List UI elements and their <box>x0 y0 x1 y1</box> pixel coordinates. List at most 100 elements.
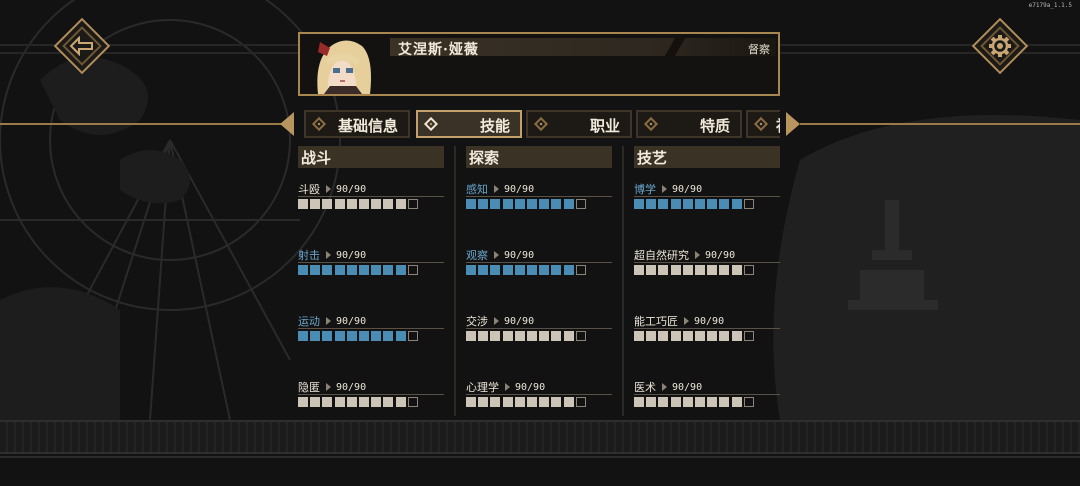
skill-pip-filled <box>395 199 406 209</box>
skill-value: 90/90 <box>694 315 725 327</box>
bottom-bar <box>0 420 1080 454</box>
skill-pip-filled <box>670 199 681 209</box>
skill-pip-filled <box>682 331 693 341</box>
skill-pip-empty <box>407 397 418 407</box>
skill-pip-filled <box>490 199 501 209</box>
skill-pip-empty <box>407 331 418 341</box>
triangle-right-icon <box>662 185 667 193</box>
skill-row[interactable]: 超自然研究 90/90 <box>634 248 780 288</box>
skill-pip-filled <box>539 331 550 341</box>
skill-pip-empty <box>575 397 586 407</box>
skill-pip-empty <box>743 265 754 275</box>
triangle-right-icon <box>326 251 331 259</box>
skill-label-row: 射击 90/90 <box>298 248 366 262</box>
skill-pip-empty <box>407 265 418 275</box>
skill-value: 90/90 <box>504 315 535 327</box>
skill-pip-filled <box>527 265 537 275</box>
skill-value: 90/90 <box>515 381 546 393</box>
skill-label-row: 交涉 90/90 <box>466 314 534 328</box>
skill-pip-filled <box>707 397 718 407</box>
arrow-right-icon[interactable] <box>786 112 800 136</box>
skill-pip-filled <box>334 331 345 341</box>
skill-pip-filled <box>551 331 562 341</box>
skill-pip-filled <box>514 199 525 209</box>
skill-pip-filled <box>383 331 394 341</box>
tab-label: 社 <box>776 115 780 136</box>
skill-pip-filled <box>646 397 657 407</box>
skill-pip-filled <box>682 397 693 407</box>
skill-row[interactable]: 观察 90/90 <box>466 248 612 288</box>
skill-pip-filled <box>490 331 501 341</box>
skill-pip-filled <box>695 397 705 407</box>
version-label: e7179a_1.1.5 <box>1028 2 1072 9</box>
skill-pip-filled <box>346 199 357 209</box>
skill-row[interactable]: 运动 90/90 <box>298 314 444 354</box>
skill-pip-filled <box>514 265 525 275</box>
skill-row[interactable]: 能工巧匠 90/90 <box>634 314 780 354</box>
skill-underline <box>634 394 780 395</box>
skill-pip-filled <box>298 331 308 341</box>
skill-pip-filled <box>466 331 476 341</box>
skill-row[interactable]: 射击 90/90 <box>298 248 444 288</box>
skill-name: 能工巧匠 <box>634 315 678 328</box>
skill-row[interactable]: 交涉 90/90 <box>466 314 612 354</box>
skill-label-row: 博学 90/90 <box>634 182 702 196</box>
tab-social[interactable]: 社 <box>746 110 780 138</box>
skill-value: 90/90 <box>336 315 367 327</box>
tab-occupation[interactable]: 职业 <box>526 110 632 138</box>
skill-pip-filled <box>298 397 308 407</box>
skill-label-row: 能工巧匠 90/90 <box>634 314 724 328</box>
skill-underline <box>466 394 612 395</box>
skill-pip-filled <box>478 331 489 341</box>
skill-pip-filled <box>334 199 345 209</box>
skill-pip-empty <box>575 199 586 209</box>
skill-pip-filled <box>383 199 394 209</box>
skill-row[interactable]: 心理学 90/90 <box>466 380 612 420</box>
skill-underline <box>466 196 612 197</box>
skill-pip-filled <box>695 331 705 341</box>
skill-pip-filled <box>359 199 369 209</box>
skill-row[interactable]: 感知 90/90 <box>466 182 612 222</box>
skill-pip-filled <box>682 199 693 209</box>
column-title: 技艺 <box>637 149 668 167</box>
skill-pip-filled <box>371 199 382 209</box>
skill-value: 90/90 <box>336 249 367 261</box>
skill-row[interactable]: 医术 90/90 <box>634 380 780 420</box>
skill-name: 运动 <box>298 315 320 328</box>
skill-pip-filled <box>502 331 513 341</box>
skill-pip-filled <box>514 397 525 407</box>
skill-pip-filled <box>539 265 550 275</box>
skill-pip-filled <box>707 265 718 275</box>
skill-pip-filled <box>658 331 669 341</box>
skill-row[interactable]: 隐匿 90/90 <box>298 380 444 420</box>
skill-pip-filled <box>719 397 730 407</box>
skill-pip-empty <box>743 331 754 341</box>
skill-value: 90/90 <box>504 183 535 195</box>
skill-pip-filled <box>695 265 705 275</box>
skill-pip-filled <box>646 331 657 341</box>
skill-pip-filled <box>731 397 742 407</box>
character-portrait <box>304 36 380 94</box>
triangle-right-icon <box>326 383 331 391</box>
arrow-left-icon[interactable] <box>280 112 294 136</box>
triangle-right-icon <box>505 383 510 391</box>
skill-underline <box>298 394 444 395</box>
tab-basic-info[interactable]: 基础信息 <box>304 110 410 138</box>
tab-skills[interactable]: 技能 <box>416 110 522 138</box>
skill-pip-filled <box>371 265 382 275</box>
tab-traits[interactable]: 特质 <box>636 110 742 138</box>
skill-row[interactable]: 博学 90/90 <box>634 182 780 222</box>
skill-pip-filled <box>719 331 730 341</box>
skill-pip-filled <box>359 331 369 341</box>
skill-pip-filled <box>563 199 574 209</box>
skill-label-row: 医术 90/90 <box>634 380 702 394</box>
skill-name: 观察 <box>466 249 488 262</box>
diamond-icon <box>533 116 549 132</box>
triangle-right-icon <box>695 251 700 259</box>
skill-pip-filled <box>346 265 357 275</box>
skill-underline <box>298 328 444 329</box>
skill-pip-filled <box>670 331 681 341</box>
diamond-icon <box>311 116 327 132</box>
skill-pip-filled <box>514 331 525 341</box>
skill-row[interactable]: 斗殴 90/90 <box>298 182 444 222</box>
